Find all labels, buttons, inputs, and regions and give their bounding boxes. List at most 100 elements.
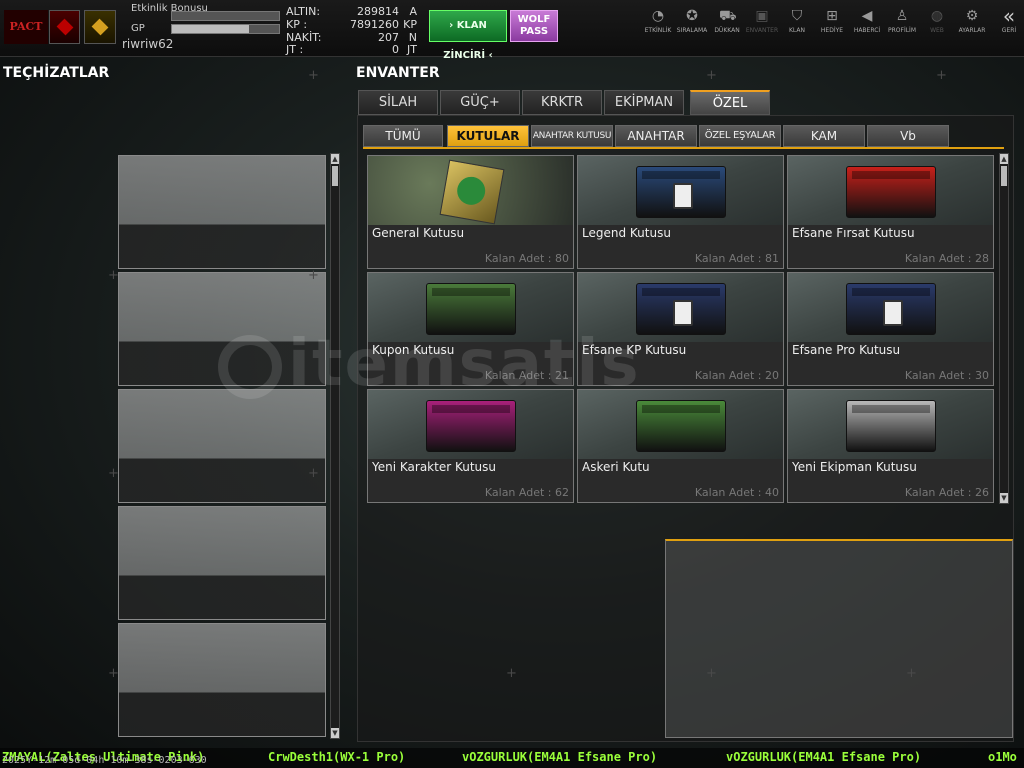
username: riwriw62 [122,37,174,51]
nav-shield[interactable]: ⛉ KLAN [779,8,815,34]
subtab-underline [363,147,1004,149]
user-icon: ♙ [895,8,909,24]
globe-icon: ◍ [930,8,944,24]
timestamp: 2025Y-12m-05d-04h-10m-38s-0203-630 [2,755,207,766]
tab-equipment[interactable]: EKİPMAN [604,90,684,115]
crate-icon [636,400,726,452]
subtab-other[interactable]: Vb [867,125,949,147]
scroll-thumb[interactable] [1001,166,1007,186]
nav-label: WEB [930,27,944,34]
subtab-boxes[interactable]: KUTULAR [447,125,529,147]
megaphone-icon: ◀ [861,8,873,24]
item-image [788,273,993,342]
inventory-item-card[interactable]: Yeni Ekipman Kutusu Kalan Adet : 26 [787,389,994,503]
top-bar: PACT Etkinlik Bonusu GP riwriw62 ALTIN: 2… [0,0,1024,61]
nav-medal[interactable]: ✪ SIRALAMA [674,8,710,34]
subtab-key[interactable]: ANAHTAR [615,125,697,147]
equipment-title: TEÇHİZATLAR [3,65,110,81]
gift-cube-icon [439,159,505,225]
tab-weapon[interactable]: SİLAH [358,90,438,115]
box-icon: ▣ [755,8,769,24]
clan-chain-button[interactable]: › KLAN ZİNCİRİ ‹ [429,10,507,61]
crate-icon [636,283,726,335]
nav-label: AYARLAR [958,27,986,34]
item-name: Yeni Karakter Kutusu [372,460,497,474]
deco-plus: + [108,666,119,681]
item-image [368,156,573,225]
deco-plus: + [706,666,717,681]
currency-gold: ALTIN: 289814 A [286,5,417,18]
equipment-slot-1[interactable] [118,155,326,269]
event-bonus-bar [171,11,280,21]
item-image [788,156,993,225]
item-name: Legend Kutusu [582,226,671,240]
subtab-key-box[interactable]: ANAHTAR KUTUSU [531,125,613,147]
scroll-up-icon[interactable]: ▲ [1000,154,1008,164]
nav-globe[interactable]: ◍ WEB [919,8,955,34]
deco-plus: + [906,666,917,681]
item-quantity: Kalan Adet : 62 [484,486,569,499]
item-image [788,390,993,459]
gp-label: GP [131,23,145,34]
tab-power[interactable]: GÜÇ+ [440,90,520,115]
tab-special[interactable]: ÖZEL [690,90,770,115]
item-quantity: Kalan Adet : 28 [904,252,989,265]
equipment-slot-5[interactable] [118,623,326,737]
inventory-item-card[interactable]: Askeri Kutu Kalan Adet : 40 [577,389,784,503]
nav-label: HEDİYE [820,27,844,34]
deco-plus: + [936,68,947,83]
inventory-item-card[interactable]: Efsane Pro Kutusu Kalan Adet : 30 [787,272,994,386]
crate-icon [636,166,726,218]
equipment-slot-4[interactable] [118,506,326,620]
rank-badge [49,10,80,44]
inventory-item-card[interactable]: General Kutusu Kalan Adet : 80 [367,155,574,269]
nav-cart[interactable]: ⛟ DÜKKAN [709,8,745,34]
inventory-item-card[interactable]: Legend Kutusu Kalan Adet : 81 [577,155,784,269]
crate-icon [846,166,936,218]
nav-label: KLAN [788,27,805,34]
ticker-message: CrwDesth1(WX-1 Pro) [268,750,406,764]
scroll-down-icon[interactable]: ▼ [1000,493,1008,503]
nav-gear[interactable]: ⚙ AYARLAR [954,8,990,34]
currency-cash: NAKİT: 207 N [286,31,417,44]
nav-back[interactable]: «GERİ [991,4,1024,34]
scroll-down-icon[interactable]: ▼ [331,728,339,738]
medal-icon: ✪ [686,8,698,24]
inventory-scrollbar[interactable]: ▲ ▼ [999,153,1009,504]
nav-user[interactable]: ♙ PROFİLİM [884,8,920,34]
subtab-cam[interactable]: KAM [783,125,865,147]
nav-label: SIRALAMA [676,27,708,34]
scroll-up-icon[interactable]: ▲ [331,154,339,164]
subtab-all[interactable]: TÜMÜ [363,125,443,147]
nav-box[interactable]: ▣ ENVANTER [744,8,780,34]
deco-plus: + [308,68,319,83]
inventory-item-card[interactable]: Efsane Fırsat Kutusu Kalan Adet : 28 [787,155,994,269]
deco-plus: + [308,268,319,283]
tab-character[interactable]: KRKTR [522,90,602,115]
crate-icon [846,283,936,335]
nav-clock[interactable]: ◔ ETKİNLİK [640,8,676,34]
nav-megaphone[interactable]: ◀ HABERCİ [849,8,885,34]
item-quantity: Kalan Adet : 20 [694,369,779,382]
wolf-pass-button[interactable]: WOLF PASS [510,10,558,42]
gear-icon: ⚙ [965,8,979,24]
equipment-slot-3[interactable] [118,389,326,503]
equipment-scrollbar[interactable]: ▲ ▼ [330,153,340,739]
item-detail-panel [665,539,1013,738]
deco-plus: + [706,68,717,83]
scroll-thumb[interactable] [332,166,338,186]
kill-feed-ticker: ZMAYAL(Zalteş Ultimate Pink) CrwDesth1(W… [0,748,1024,768]
rank-insignia [84,10,116,44]
back-icon: « [1002,4,1016,28]
inventory-item-card[interactable]: Yeni Karakter Kutusu Kalan Adet : 62 [367,389,574,503]
nav-label: ETKİNLİK [644,27,672,34]
gp-bar [171,24,280,34]
nav-label: PROFİLİM [887,27,917,34]
item-name: Efsane Fırsat Kutusu [792,226,915,240]
item-name: Yeni Ekipman Kutusu [792,460,917,474]
subtab-special-items[interactable]: ÖZEL EŞYALAR [699,125,781,147]
nav-gift[interactable]: ⊞ HEDİYE [814,8,850,34]
ticker-message: vOZGURLUK(EM4A1 Efsane Pro) [462,750,658,764]
inventory-title: ENVANTER [356,65,440,81]
cart-icon: ⛟ [719,8,737,24]
